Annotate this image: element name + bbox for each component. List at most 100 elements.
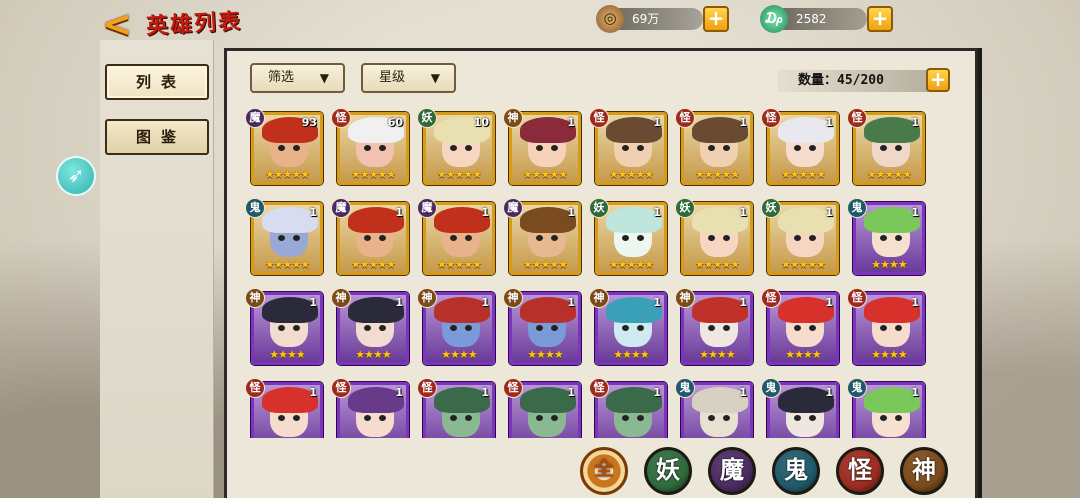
hero-eye	[637, 415, 644, 421]
hero-eye	[278, 325, 285, 331]
hero-stars: ★★★★★	[350, 168, 396, 181]
add-coins-button[interactable]: +	[703, 6, 729, 32]
hero-level: 1	[739, 206, 747, 219]
hero-eye	[723, 415, 730, 421]
hero-stars: ★★★★	[699, 348, 735, 361]
hero-type-badge: 怪	[847, 288, 867, 308]
hero-type-badge: 神	[503, 288, 523, 308]
hero-eye	[622, 235, 629, 241]
hero-type-badge: 怪	[503, 378, 523, 398]
back-arrow-icon[interactable]: <	[102, 7, 136, 43]
hero-eye	[809, 145, 816, 151]
type-filter-button[interactable]: 全	[580, 447, 628, 495]
hero-stars: ★★★★★	[350, 258, 396, 271]
hero-stars: ★★★★	[613, 348, 649, 361]
hero-eye	[465, 235, 472, 241]
hero-eye	[379, 235, 386, 241]
hero-eye	[450, 235, 457, 241]
hero-level: 1	[739, 386, 747, 399]
expand-capacity-button[interactable]: +	[926, 68, 950, 92]
type-filter-button[interactable]: 怪	[836, 447, 884, 495]
hero-eye	[364, 145, 371, 151]
hero-level: 1	[911, 116, 919, 129]
hero-type-badge: 鬼	[675, 378, 695, 398]
hero-stars: ★★★★	[871, 348, 907, 361]
hero-eye	[450, 415, 457, 421]
hero-eye	[622, 325, 629, 331]
hero-eye	[622, 145, 629, 151]
hero-eye	[465, 325, 472, 331]
hero-stars: ★★★★★	[264, 168, 310, 181]
hero-level: 93	[301, 116, 317, 129]
hero-eye	[637, 325, 644, 331]
hero-stars: ★★★★★	[608, 168, 654, 181]
hero-eye	[880, 325, 887, 331]
hero-level: 1	[395, 386, 403, 399]
hero-stars: ★★★★★	[780, 258, 826, 271]
hero-eye	[723, 235, 730, 241]
tab-codex[interactable]: 图鉴	[105, 119, 209, 155]
hero-eye	[809, 325, 816, 331]
hero-stars: ★★★★	[527, 348, 563, 361]
chevron-down-icon: ▼	[430, 71, 440, 85]
hero-type-badge: 神	[417, 288, 437, 308]
hero-eye	[536, 415, 543, 421]
type-filter-button[interactable]: 魔	[708, 447, 756, 495]
rocket-icon[interactable]: ➶	[56, 156, 96, 196]
filter-dropdown[interactable]: 筛选 ▼	[250, 63, 345, 93]
type-filter-button[interactable]: 鬼	[772, 447, 820, 495]
hero-stars: ★★★★★	[608, 258, 654, 271]
hero-level: 1	[567, 296, 575, 309]
hero-stars: ★★★★★	[780, 168, 826, 181]
hero-grid[interactable]: 93 ★★★★★ 魔 60 ★★★★★ 怪 10 ★★★★★ 妖 1 ★★★★★…	[236, 104, 962, 438]
hero-type-badge: 鬼	[847, 198, 867, 218]
hero-type-badge: 怪	[245, 378, 265, 398]
hero-eye	[551, 145, 558, 151]
hero-stars: ★★★★★	[522, 258, 568, 271]
hero-type-badge: 魔	[417, 198, 437, 218]
hero-eye	[379, 145, 386, 151]
hero-type-badge: 怪	[589, 378, 609, 398]
hero-type-badge: 鬼	[847, 378, 867, 398]
hero-eye	[794, 145, 801, 151]
hero-eye	[622, 415, 629, 421]
hero-level: 1	[481, 386, 489, 399]
hero-eye	[364, 415, 371, 421]
hero-type-badge: 怪	[761, 288, 781, 308]
hero-level: 1	[825, 296, 833, 309]
hero-eye	[450, 325, 457, 331]
hero-eye	[637, 145, 644, 151]
hero-level: 10	[473, 116, 489, 129]
type-filter-button[interactable]: 妖	[644, 447, 692, 495]
type-filter-button[interactable]: 神	[900, 447, 948, 495]
hero-eye	[293, 145, 300, 151]
jade-icon: ₯	[760, 5, 788, 33]
hero-type-badge: 魔	[245, 108, 265, 128]
hero-level: 1	[567, 206, 575, 219]
hero-level: 1	[653, 386, 661, 399]
tab-list[interactable]: 列表	[105, 64, 209, 100]
hero-eye	[450, 145, 457, 151]
coin-display: ◎ 69万	[596, 5, 703, 33]
hero-eye	[794, 235, 801, 241]
hero-stars: ★★★★★	[436, 258, 482, 271]
hero-level: 1	[309, 296, 317, 309]
hero-type-badge: 怪	[761, 108, 781, 128]
hero-eye	[278, 235, 285, 241]
hero-eye	[536, 235, 543, 241]
star-dropdown[interactable]: 星级 ▼	[361, 63, 456, 93]
hero-eye	[708, 325, 715, 331]
hero-type-badge: 神	[675, 288, 695, 308]
coin-icon: ◎	[596, 5, 624, 33]
hero-eye	[794, 415, 801, 421]
hero-stars: ★★★★	[269, 348, 305, 361]
add-jade-button[interactable]: +	[867, 6, 893, 32]
hero-level: 1	[653, 296, 661, 309]
hero-eye	[536, 145, 543, 151]
hero-eye	[465, 415, 472, 421]
hero-level: 1	[481, 206, 489, 219]
hero-level: 1	[309, 206, 317, 219]
hero-eye	[379, 415, 386, 421]
hero-level: 1	[653, 206, 661, 219]
hero-eye	[293, 325, 300, 331]
